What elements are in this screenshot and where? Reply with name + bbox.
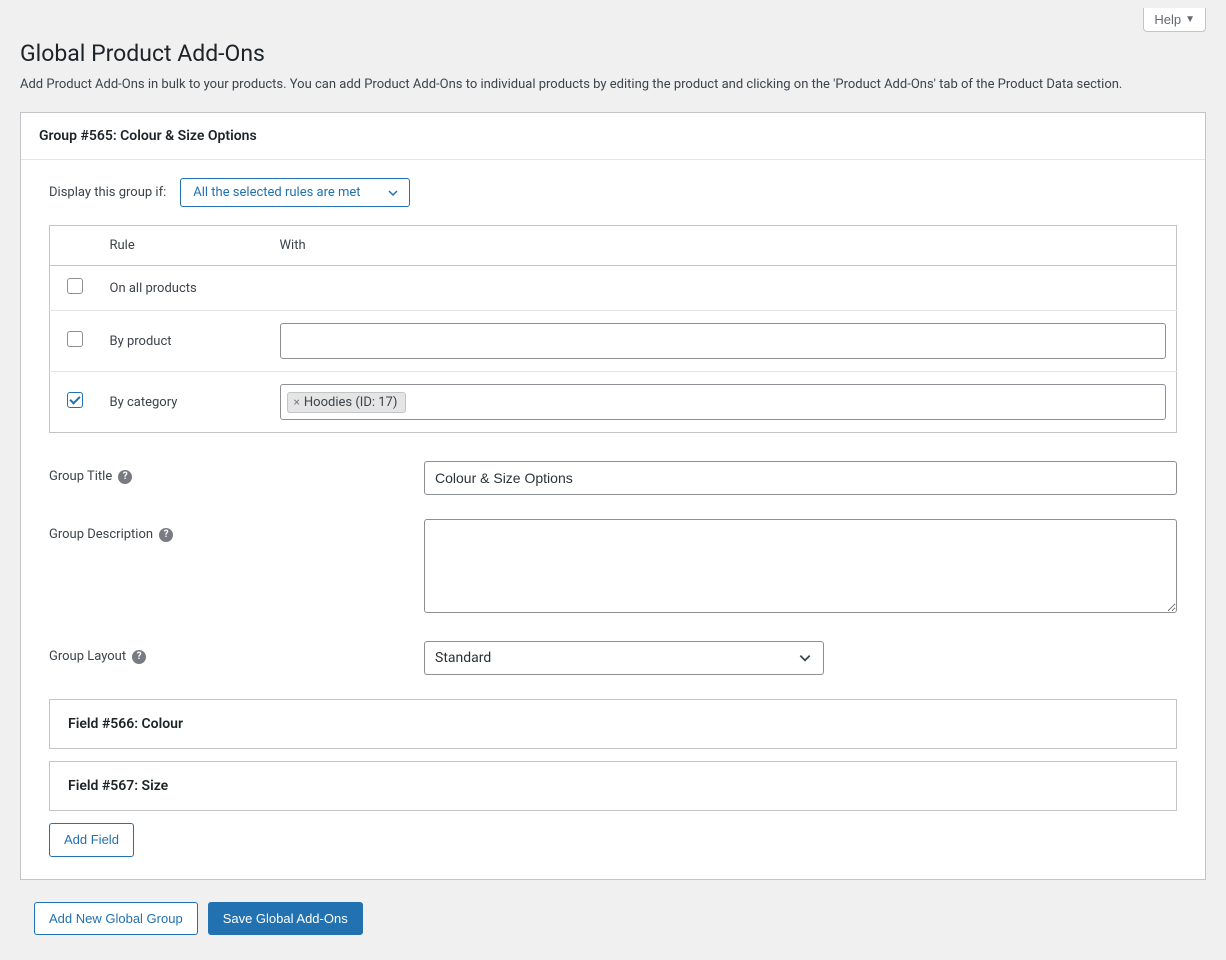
group-layout-value: Standard [435,650,491,666]
rule-checkbox-by-category[interactable] [67,392,83,408]
group-description-label: Group Description [49,527,153,542]
rule-label-all-products: On all products [100,266,270,311]
save-global-addons-button[interactable]: Save Global Add-Ons [208,902,363,936]
remove-tag-icon[interactable]: × [294,395,300,409]
group-title-input[interactable] [424,461,1177,495]
group-layout-label: Group Layout [49,649,126,664]
rule-checkbox-all-products[interactable] [67,278,83,294]
field-box[interactable]: Field #567: Size [49,761,1177,811]
help-icon[interactable]: ? [132,650,146,664]
group-panel: Group #565: Colour & Size Options Displa… [20,112,1206,880]
help-button[interactable]: Help ▼ [1143,8,1206,32]
display-condition-select[interactable]: All the selected rules are met [180,178,410,207]
display-condition-value: All the selected rules are met [193,185,360,200]
help-button-label: Help [1154,12,1181,27]
chevron-down-icon [387,187,399,199]
rules-header-checkbox [50,226,100,266]
category-tag-label: Hoodies (ID: 17) [304,395,397,410]
group-description-input[interactable] [424,519,1177,613]
rule-checkbox-by-product[interactable] [67,331,83,347]
rule-label-by-category: By category [100,372,270,433]
group-header: Group #565: Colour & Size Options [21,113,1205,160]
rule-row-all-products: On all products [50,266,1177,311]
rule-label-by-product: By product [100,311,270,372]
group-title-label: Group Title [49,469,112,484]
by-category-input[interactable]: × Hoodies (ID: 17) [280,384,1167,420]
add-field-button[interactable]: Add Field [49,823,134,857]
help-icon[interactable]: ? [159,528,173,542]
rules-table: Rule With On all products By product [49,225,1177,433]
rules-header-rule: Rule [100,226,270,266]
group-layout-select[interactable]: Standard [424,641,824,675]
page-description: Add Product Add-Ons in bulk to your prod… [20,77,1206,92]
category-tag: × Hoodies (ID: 17) [287,392,407,413]
display-condition-label: Display this group if: [49,185,166,200]
add-new-global-group-button[interactable]: Add New Global Group [34,902,198,936]
rules-header-with: With [270,226,1177,266]
rule-row-by-category: By category × Hoodies (ID: 17) [50,372,1177,433]
rule-row-by-product: By product [50,311,1177,372]
caret-down-icon: ▼ [1185,14,1195,25]
help-icon[interactable]: ? [118,470,132,484]
page-title: Global Product Add-Ons [20,40,1206,67]
field-box[interactable]: Field #566: Colour [49,699,1177,749]
by-product-input[interactable] [280,323,1167,359]
